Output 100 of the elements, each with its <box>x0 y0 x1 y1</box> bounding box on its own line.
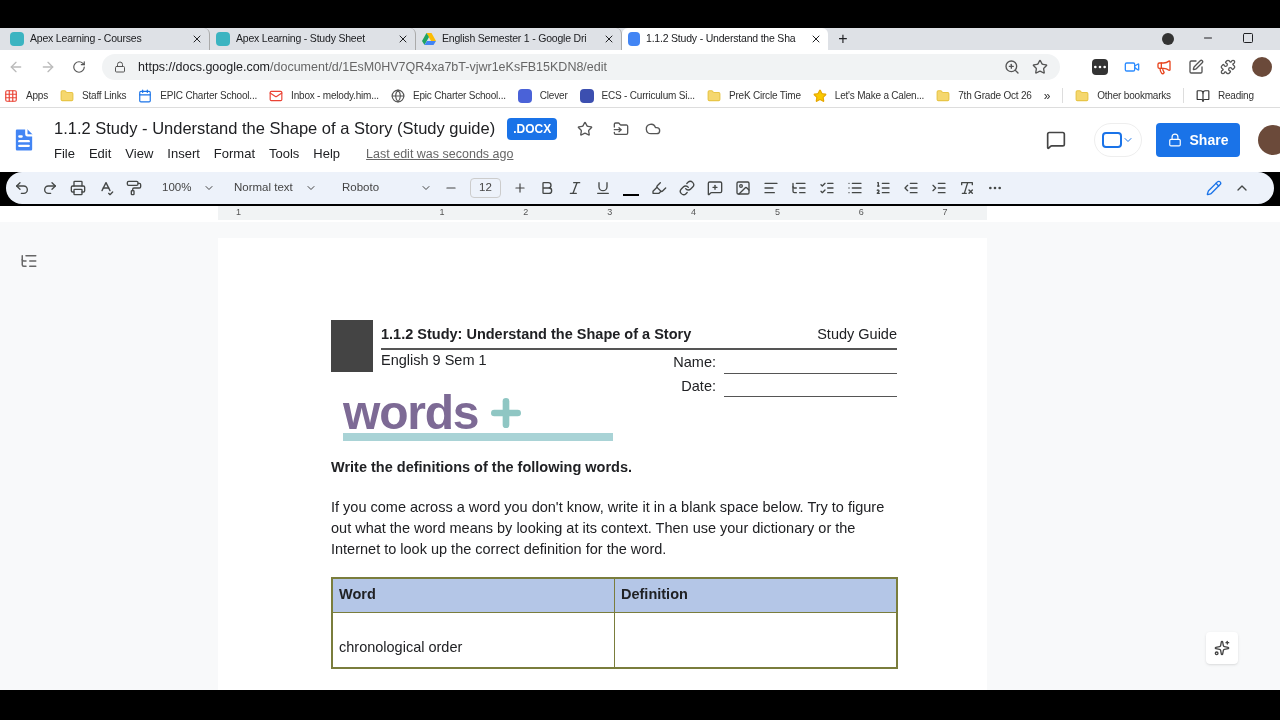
checklist-icon[interactable] <box>818 180 835 196</box>
column-header: Word <box>332 578 615 612</box>
site-icon <box>579 88 594 103</box>
last-edit-link[interactable]: Last edit was seconds ago <box>366 144 514 164</box>
redo-icon[interactable] <box>42 180 58 196</box>
bookmark-item[interactable]: Clever <box>517 88 568 103</box>
guide-label: Study Guide <box>817 325 897 344</box>
menu-item[interactable]: Edit <box>88 144 112 164</box>
bookmark-item[interactable]: Staff Links <box>60 88 127 103</box>
menu-item[interactable]: File <box>54 144 75 164</box>
line-spacing-icon[interactable] <box>790 180 807 196</box>
bookmark-item[interactable]: Inbox - melody.him... <box>269 88 379 103</box>
sparkle-icon <box>1214 640 1230 656</box>
profile-menu-icon[interactable] <box>1162 33 1174 45</box>
font-size-field[interactable]: 12 <box>470 178 501 198</box>
extensions-icon[interactable] <box>1220 59 1236 75</box>
undo-icon[interactable] <box>14 180 30 196</box>
comment-icon[interactable] <box>1046 130 1066 150</box>
close-icon[interactable] <box>397 33 409 45</box>
increase-size-icon[interactable] <box>512 181 527 195</box>
close-icon[interactable] <box>603 33 615 45</box>
folder-icon <box>936 88 951 103</box>
bookmark-item[interactable]: Let's Make a Calen... <box>812 88 925 103</box>
bulleted-list-icon[interactable] <box>846 180 863 196</box>
editing-mode-icon[interactable] <box>1206 180 1222 196</box>
paragraph-text: If you come across a word you don't know, write it in a blank space below. Try to figure out what the word means by looking at its context. Then use your dictionary or the Internet to look up the correct definition for the word. <box>331 498 886 559</box>
docx-badge: .DOCX <box>507 117 558 140</box>
bookmark-item[interactable]: Apps <box>4 88 48 103</box>
bookmark-star-icon[interactable] <box>1032 59 1048 75</box>
paint-format-icon[interactable] <box>126 180 142 196</box>
drive-icon <box>422 33 436 45</box>
document-title[interactable]: 1.1.2 Study - Understand the Shape of a Story (Study guide) <box>54 116 496 142</box>
increase-indent-icon[interactable] <box>930 180 947 196</box>
tab-title: English Semester 1 - Google Dri <box>442 31 588 47</box>
lock-icon <box>1167 133 1182 147</box>
style-select[interactable]: Normal text <box>234 179 330 197</box>
reading-list-button[interactable]: Reading <box>1182 88 1254 103</box>
folder-icon <box>1075 88 1090 103</box>
ruler-number: 3 <box>606 206 614 220</box>
image-icon[interactable] <box>734 180 751 196</box>
ruler-number: 1 <box>438 206 446 220</box>
menu-item[interactable]: Help <box>313 144 341 164</box>
menu-item[interactable]: Insert <box>167 144 200 164</box>
underline-icon[interactable] <box>594 180 611 196</box>
clear-formatting-icon[interactable] <box>958 180 975 196</box>
docs-icon <box>628 32 640 46</box>
explore-button[interactable] <box>1206 632 1238 664</box>
ruler-number: 2 <box>522 206 530 220</box>
move-icon[interactable] <box>613 120 630 137</box>
mail-icon <box>269 88 284 103</box>
date-label: Date: <box>681 376 716 396</box>
lock-icon <box>114 61 126 73</box>
menu-item[interactable]: Tools <box>269 144 300 164</box>
spellcheck-icon[interactable] <box>98 180 114 196</box>
ruler-number: 4 <box>690 206 698 220</box>
numbered-list-icon[interactable] <box>874 180 891 196</box>
edit-icon[interactable] <box>1188 59 1204 75</box>
folder-icon <box>60 88 74 103</box>
outline-icon[interactable] <box>20 252 38 270</box>
close-icon[interactable] <box>810 33 822 45</box>
new-tab-button[interactable]: + <box>828 28 858 50</box>
bookmark-item[interactable]: ECS - Curriculum Si... <box>579 88 695 103</box>
apps-icon <box>4 88 18 103</box>
font-select[interactable]: Roboto <box>342 179 432 197</box>
bookmark-item[interactable]: Other bookmarks <box>1062 88 1171 103</box>
bookmark-item[interactable]: PreK Circle Time <box>706 88 801 103</box>
ruler-number: 7 <box>941 206 949 220</box>
decrease-indent-icon[interactable] <box>902 180 919 196</box>
add-comment-icon[interactable] <box>706 180 723 196</box>
reload-icon[interactable] <box>72 60 86 74</box>
bookmark-item[interactable]: 7th Grade Oct 26 <box>936 88 1032 103</box>
share-button[interactable]: Share <box>1156 123 1240 157</box>
extension-icon[interactable] <box>1092 59 1108 75</box>
bookmark-item[interactable]: EPIC Charter School... <box>138 88 258 103</box>
close-icon[interactable] <box>191 33 203 45</box>
menu-item[interactable]: View <box>125 144 154 164</box>
calendar-icon <box>138 88 153 103</box>
bookmark-item[interactable]: Epic Charter School... <box>390 88 506 103</box>
reading-list-icon <box>1195 88 1210 103</box>
maximize-icon[interactable] <box>1242 32 1254 44</box>
print-icon[interactable] <box>70 180 86 196</box>
highlight-icon[interactable] <box>650 180 667 196</box>
menu-item[interactable]: Format <box>213 144 255 164</box>
align-icon[interactable] <box>762 180 779 196</box>
more-bookmarks-button[interactable]: » <box>1043 86 1051 105</box>
zoom-select[interactable]: 100% <box>162 179 222 197</box>
avatar-icon[interactable] <box>1252 57 1272 77</box>
star-icon <box>812 88 827 103</box>
guide-heading: 1.1.2 Study: Understand the Shape of a Story <box>381 325 692 344</box>
link-icon[interactable] <box>678 180 695 196</box>
apex-icon <box>10 32 24 46</box>
apex-icon <box>216 32 230 46</box>
browser-tab[interactable]: 1.1.2 Study - Understand the Sha <box>622 28 828 50</box>
star-icon[interactable] <box>577 120 594 137</box>
url-text: https://docs.google.com/document/d/1EsM0HV7QR4xa7bT-vjwr1eKsFB15KDN8/edit <box>138 58 608 76</box>
avatar-icon[interactable] <box>1258 125 1280 155</box>
megaphone-icon[interactable] <box>1156 59 1172 75</box>
zoom-icon[interactable] <box>1004 59 1020 75</box>
address-field[interactable]: https://docs.google.com/document/d/1EsM0HV7QR4xa7bT-vjwr1eKsFB15KDN8/edit <box>102 54 1060 80</box>
video-icon[interactable] <box>1124 59 1140 75</box>
